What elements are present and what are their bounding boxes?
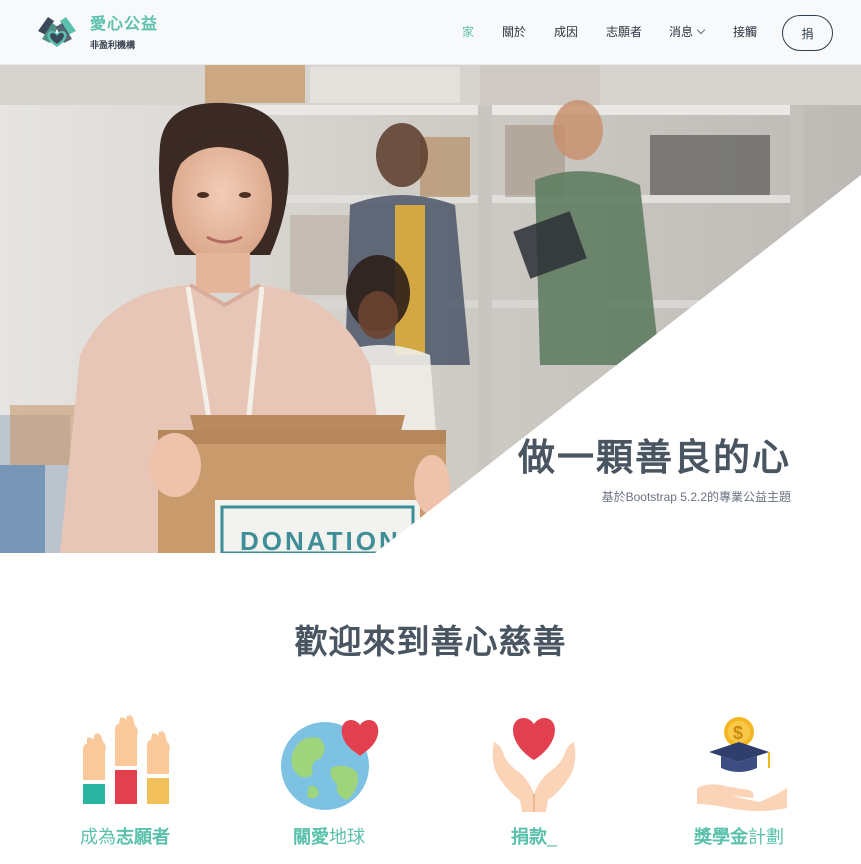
donation-box-text: DONATION xyxy=(240,526,401,553)
donate-button[interactable]: 捐 xyxy=(782,15,833,51)
hero-subtitle: 基於Bootstrap 5.2.2的專業公益主題 xyxy=(601,490,791,504)
raised-hands-icon xyxy=(83,715,170,804)
feature-volunteer-label: 成為志願者 xyxy=(55,826,195,848)
feature-scholarship[interactable]: $ 獎學金計劃 xyxy=(669,712,809,862)
feature-donate-suffix: _ xyxy=(546,827,557,847)
nav-home[interactable]: 家 xyxy=(462,24,474,40)
nav-causes[interactable]: 成因 xyxy=(554,24,578,40)
main-nav: 家 關於 成因 志願者 消息 接觸 xyxy=(0,24,861,42)
feature-care-earth-suffix: 地球 xyxy=(329,827,365,847)
nav-news-dropdown[interactable]: 消息 xyxy=(669,24,706,40)
svg-text:$: $ xyxy=(733,723,743,743)
chevron-down-icon xyxy=(696,25,706,35)
feature-scholarship-suffix: 計劃 xyxy=(748,827,784,847)
nav-news-label: 消息 xyxy=(669,25,694,39)
nav-contact[interactable]: 接觸 xyxy=(733,24,757,40)
feature-volunteer-prefix: 成為 xyxy=(80,827,116,847)
nav-volunteers[interactable]: 志願者 xyxy=(606,24,642,40)
feature-care-earth-label: 關愛地球 xyxy=(259,826,399,848)
nav-about[interactable]: 關於 xyxy=(502,24,526,40)
feature-care-earth[interactable]: 關愛地球 xyxy=(259,712,399,862)
scholarship-icon: $ xyxy=(697,717,787,811)
hero-title: 做一顆善良的心 xyxy=(518,437,791,478)
hero-banner: DONATION 做一顆善良的心 基於Bootstrap 5.2.2的專業公益主… xyxy=(0,65,861,553)
feature-scholarship-label: 獎學金計劃 xyxy=(669,826,809,848)
heart-hands-icon xyxy=(492,718,576,812)
welcome-title: 歡迎來到善心慈善 xyxy=(294,623,567,660)
feature-volunteer-bold: 志願者 xyxy=(116,827,170,847)
feature-care-earth-bold: 關愛 xyxy=(293,827,329,847)
feature-donate-bold: 捐款 xyxy=(510,827,547,847)
feature-scholarship-bold: 獎學金 xyxy=(694,827,748,847)
feature-volunteer[interactable]: 成為志願者 xyxy=(55,712,195,862)
feature-donate-label: 捐款_ xyxy=(464,826,604,848)
globe-heart-icon xyxy=(281,720,379,810)
navbar: 愛心公益 非盈利機構 家 關於 成因 志願者 消息 接觸 捐 xyxy=(0,0,861,65)
feature-donate[interactable]: 捐款_ xyxy=(464,712,604,862)
